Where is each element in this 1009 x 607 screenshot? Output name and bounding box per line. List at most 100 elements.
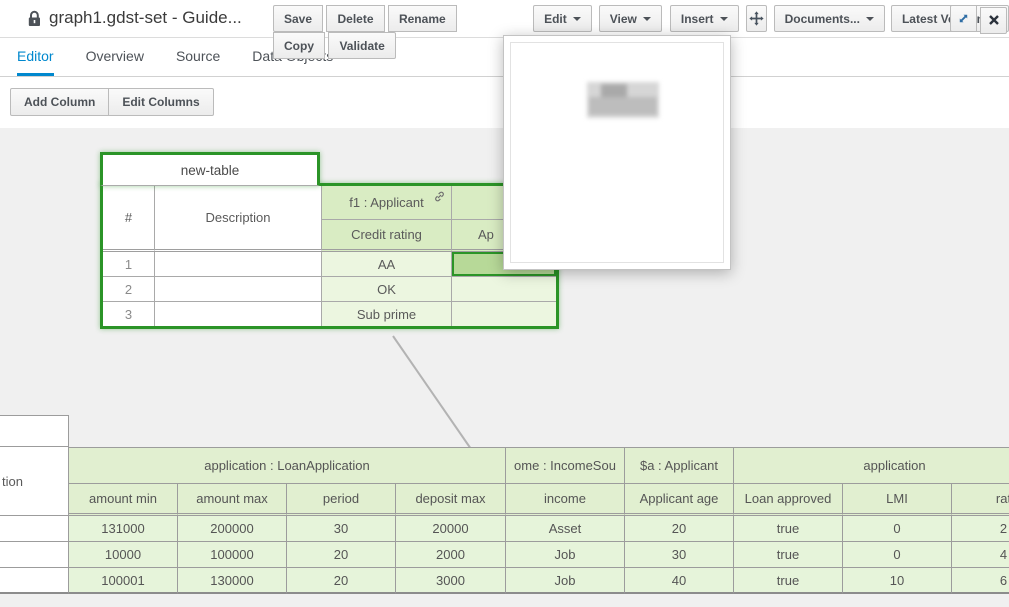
copy-button[interactable]: Copy: [273, 32, 325, 59]
title-bar: graph1.gdst-set - Guide... Save Delete R…: [0, 0, 1009, 38]
delete-button[interactable]: Delete: [326, 5, 384, 32]
row-number-cell[interactable]: 3: [103, 302, 155, 326]
view-menu-button[interactable]: View: [599, 5, 662, 32]
window-controls: [950, 5, 1007, 34]
close-icon: [989, 15, 999, 25]
caret-down-icon: [573, 17, 581, 21]
table-cell[interactable]: Asset: [506, 516, 625, 542]
table-cell[interactable]: 20000: [396, 516, 506, 542]
add-column-button[interactable]: Add Column: [10, 88, 109, 116]
description-cell[interactable]: [0, 568, 69, 594]
table-cell[interactable]: 30: [625, 542, 734, 568]
tab-editor[interactable]: Editor: [17, 38, 54, 76]
credit-rating-cell[interactable]: Sub prime: [322, 302, 452, 326]
value-cell[interactable]: [452, 302, 556, 326]
table-cell[interactable]: 131000: [69, 516, 178, 542]
rename-button[interactable]: Rename: [388, 5, 457, 32]
column-header-lmi[interactable]: LMI: [843, 484, 952, 516]
description-header-fragment[interactable]: tion: [0, 447, 69, 516]
table-cell[interactable]: 0: [843, 542, 952, 568]
insert-menu-button[interactable]: Insert: [670, 5, 739, 32]
window-button-group: [950, 5, 1007, 34]
description-header[interactable]: Description: [155, 186, 322, 252]
description-cell[interactable]: [155, 277, 322, 302]
table-cell[interactable]: 20: [287, 542, 396, 568]
tab-source[interactable]: Source: [176, 38, 220, 76]
table-cell[interactable]: 2: [952, 516, 1009, 542]
table-cell[interactable]: 30: [287, 516, 396, 542]
column-header-income[interactable]: income: [506, 484, 625, 516]
tab-overview[interactable]: Overview: [86, 38, 144, 76]
edit-menu-button[interactable]: Edit: [533, 5, 592, 32]
link-icon: [433, 190, 446, 203]
row-number-cell[interactable]: 2: [103, 277, 155, 302]
table-title-cell[interactable]: [0, 415, 69, 447]
column-header-deposit-max[interactable]: deposit max: [396, 484, 506, 516]
editor-action-bar: Add Column Edit Columns: [10, 88, 213, 116]
row-number-header[interactable]: #: [103, 186, 155, 252]
validate-button[interactable]: Validate: [328, 32, 395, 59]
description-cell[interactable]: [0, 542, 69, 568]
lock-icon: [27, 10, 42, 27]
caret-down-icon: [866, 17, 874, 21]
description-cell[interactable]: [155, 252, 322, 277]
move-button[interactable]: [746, 5, 767, 32]
close-button[interactable]: [980, 7, 1007, 34]
popup-content: [510, 42, 724, 263]
table-cell[interactable]: 10: [843, 568, 952, 594]
credit-rating-cell[interactable]: OK: [322, 277, 452, 302]
group-header-income-source[interactable]: ome : IncomeSou: [506, 447, 625, 484]
asset-title: graph1.gdst-set - Guide...: [27, 8, 242, 28]
table-cell[interactable]: Job: [506, 542, 625, 568]
blurred-content: [584, 80, 664, 122]
column-header-amount-max[interactable]: amount max: [178, 484, 287, 516]
table-cell[interactable]: 100000: [178, 542, 287, 568]
table-cell[interactable]: 3000: [396, 568, 506, 594]
column-header-credit-rating[interactable]: Credit rating: [322, 220, 452, 252]
table-cell[interactable]: true: [734, 542, 843, 568]
move-icon: [749, 11, 764, 26]
table-cell[interactable]: 40: [625, 568, 734, 594]
column-group-header-f1-applicant[interactable]: f1 : Applicant: [322, 186, 452, 220]
column-header-rate[interactable]: rat: [952, 484, 1009, 516]
table-cell[interactable]: 20: [287, 568, 396, 594]
table-cell[interactable]: 6: [952, 568, 1009, 594]
column-header-amount-min[interactable]: amount min: [69, 484, 178, 516]
row-number-cell[interactable]: 1: [103, 252, 155, 277]
group-header-application[interactable]: application: [734, 447, 1009, 484]
save-button[interactable]: Save: [273, 5, 323, 32]
table-cell[interactable]: 100001: [69, 568, 178, 594]
decision-table: # Description f1 : Applicant Credit rati…: [100, 183, 559, 329]
documents-menu-button[interactable]: Documents...: [774, 5, 885, 32]
table-cell[interactable]: 0: [843, 516, 952, 542]
table-cell[interactable]: 2000: [396, 542, 506, 568]
column-header-period[interactable]: period: [287, 484, 396, 516]
application-window: graph1.gdst-set - Guide... Save Delete R…: [0, 0, 1009, 607]
table-cell[interactable]: 200000: [178, 516, 287, 542]
column-header-applicant-age[interactable]: Applicant age: [625, 484, 734, 516]
table-cell[interactable]: true: [734, 568, 843, 594]
page-title: graph1.gdst-set - Guide...: [49, 8, 242, 28]
value-cell[interactable]: [452, 277, 556, 302]
caret-down-icon: [720, 17, 728, 21]
table-cell[interactable]: 20: [625, 516, 734, 542]
caret-down-icon: [643, 17, 651, 21]
table-cell[interactable]: true: [734, 516, 843, 542]
decision-table-title[interactable]: new-table: [100, 152, 320, 186]
expand-icon: [957, 12, 970, 25]
table-cell[interactable]: Job: [506, 568, 625, 594]
table-cell[interactable]: 130000: [178, 568, 287, 594]
description-cell[interactable]: [155, 302, 322, 326]
group-header-loan-application[interactable]: application : LoanApplication: [69, 447, 506, 484]
expand-button[interactable]: [950, 5, 977, 32]
loan-data-table: tion application : LoanApplication ome :…: [0, 415, 1009, 594]
credit-rating-cell[interactable]: AA: [322, 252, 452, 277]
group-header-applicant[interactable]: $a : Applicant: [625, 447, 734, 484]
file-button-group: Save Delete Rename Copy Validate: [273, 5, 509, 59]
column-header-loan-approved[interactable]: Loan approved: [734, 484, 843, 516]
table-cell[interactable]: 10000: [69, 542, 178, 568]
popup-dialog: [503, 35, 731, 270]
description-cell[interactable]: [0, 516, 69, 542]
edit-columns-button[interactable]: Edit Columns: [108, 88, 213, 116]
table-cell[interactable]: 4: [952, 542, 1009, 568]
